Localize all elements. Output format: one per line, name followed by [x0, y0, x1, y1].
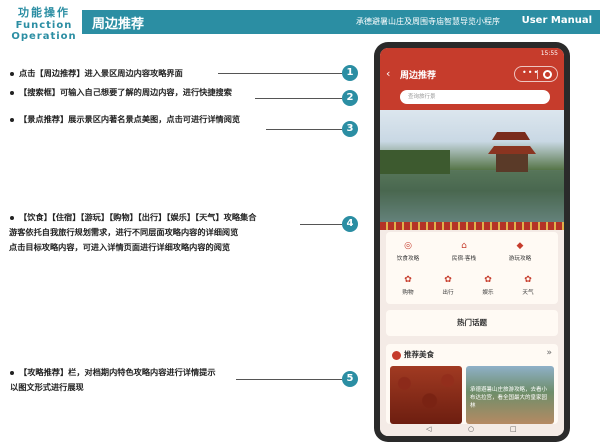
- phone-screen: 15:55 ‹ 周边推荐 ••• 查询旅行景 ◎ 饮食攻略 ⌂ 民宿·客栈 ◆ …: [380, 48, 564, 436]
- tree-line: [380, 150, 450, 174]
- close-circle-icon[interactable]: [543, 70, 552, 79]
- lake-reflection: [380, 170, 564, 222]
- function-operation-cn: 功能操作: [18, 6, 70, 19]
- search-area: 查询旅行景: [380, 88, 564, 110]
- food-article-caption: 承德避暑山庄旅游攻略，去看小布达拉宫，看全国最大的皇家园林: [470, 387, 548, 409]
- annotation-5-line-1: 【攻略推荐】栏，对档期内特色攻略内容进行详情提示: [19, 367, 216, 377]
- more-arrow-icon[interactable]: »: [546, 348, 552, 358]
- food-section-icon: [392, 350, 401, 360]
- leader-line-5: [236, 379, 342, 380]
- category-lodging-label: 民宿·客栈: [451, 256, 477, 262]
- annotation-1: 点击【周边推荐】进入景区周边内容攻略界面: [10, 67, 183, 79]
- shopping-icon: ✿: [404, 275, 412, 285]
- house-icon: ⌂: [461, 241, 467, 251]
- category-food-label: 饮食攻略: [396, 256, 420, 262]
- function-label: Function: [15, 20, 73, 31]
- mini-program-navbar: ‹ 周边推荐 •••: [380, 60, 564, 88]
- android-nav-bar: ◁ ○ □: [380, 424, 564, 436]
- user-manual-label: User Manual: [521, 15, 592, 26]
- annotation-4: 【饮食】【住宿】【游玩】【购物】【出行】【娱乐】【天气】攻略集合 游客依托自我旅…: [9, 211, 257, 253]
- recommended-food-section: 推荐美食 » 承德避暑山庄旅游攻略，去看小布达拉宫，看全国最大的皇家园林: [386, 344, 558, 424]
- category-weather[interactable]: ✿ 天气: [512, 274, 544, 296]
- annotation-1-text: 点击【周边推荐】进入景区周边内容攻略界面: [19, 68, 183, 78]
- annotation-2-text: 【搜索框】可输入自己想要了解的周边内容，进行快捷搜索: [19, 87, 232, 97]
- operation-label: Operation: [11, 31, 77, 42]
- leader-line-2: [255, 98, 342, 99]
- callout-number-3: 3: [342, 121, 358, 137]
- weather-icon: ✿: [524, 275, 532, 285]
- category-weather-label: 天气: [522, 290, 534, 296]
- category-food[interactable]: ◎ 饮食攻略: [392, 240, 424, 262]
- recents-key-icon[interactable]: □: [510, 425, 517, 433]
- annotation-5-line-2: 以图文形式进行展现: [10, 382, 84, 392]
- category-entertainment[interactable]: ✿ 娱乐: [472, 274, 504, 296]
- pavilion-body: [496, 154, 528, 172]
- status-bar: 15:55: [380, 48, 564, 60]
- play-icon: ◆: [516, 241, 524, 251]
- nav-title: 周边推荐: [400, 71, 437, 81]
- annotation-2: 【搜索框】可输入自己想要了解的周边内容，进行快捷搜索: [10, 86, 232, 98]
- back-arrow-icon[interactable]: ‹: [386, 67, 390, 80]
- bullet-dot: [10, 90, 14, 95]
- annotation-3: 【景点推荐】展示景区内著名景点美图，点击可进行详情阅览: [10, 113, 240, 125]
- hot-topics-section[interactable]: 热门话题: [386, 310, 558, 336]
- annotation-3-text: 【景点推荐】展示景区内著名景点美图，点击可进行详情阅览: [19, 114, 241, 124]
- manual-page: 功能操作 Function Operation 周边推荐 承德避暑山庄及周围寺庙…: [0, 0, 600, 446]
- pavilion-scenery: [380, 132, 564, 222]
- chestnut-food-image[interactable]: [390, 366, 462, 424]
- category-travel-label: 出行: [442, 290, 454, 296]
- category-grid: ◎ 饮食攻略 ⌂ 民宿·客栈 ◆ 游玩攻略 ✿ 购物 ✿ 出行 ✿ 娱乐 ✿ 天…: [386, 232, 558, 304]
- function-operation-label: 功能操作 Function Operation: [6, 4, 82, 42]
- category-shopping[interactable]: ✿ 购物: [392, 274, 424, 296]
- callout-number-4: 4: [342, 216, 358, 232]
- status-time: 15:55: [540, 50, 558, 57]
- annotation-4-line-3: 点击目标攻略内容，可进入详情页面进行详细攻略内容的阅览: [9, 242, 231, 252]
- header-bar: 周边推荐 承德避暑山庄及周围寺庙智慧导览小程序 User Manual: [82, 10, 600, 34]
- hot-topics-title: 热门话题: [457, 318, 487, 327]
- food-section-header: 推荐美食: [392, 349, 434, 360]
- category-travel[interactable]: ✿ 出行: [432, 274, 464, 296]
- category-lodging[interactable]: ⌂ 民宿·客栈: [448, 240, 480, 262]
- annotation-5: 【攻略推荐】栏，对档期内特色攻略内容进行详情提示 以图文形式进行展现: [10, 366, 216, 393]
- food-section-title: 推荐美食: [404, 350, 434, 359]
- leader-line-3: [266, 129, 342, 130]
- capsule-menu: •••: [514, 66, 558, 82]
- annotation-4-line-2: 游客依托自我旅行规划需求，进行不同层面攻略内容的详细阅览: [9, 227, 239, 237]
- page-title: 周边推荐: [92, 17, 145, 32]
- phone-frame: 15:55 ‹ 周边推荐 ••• 查询旅行景 ◎ 饮食攻略 ⌂ 民宿·客栈 ◆ …: [374, 42, 570, 442]
- food-icon: ◎: [404, 241, 412, 251]
- capsule-divider: [537, 70, 538, 79]
- callout-number-1: 1: [342, 65, 358, 81]
- search-input[interactable]: 查询旅行景: [400, 90, 550, 104]
- pavilion-roof-lower: [488, 146, 536, 154]
- bullet-dot: [10, 215, 14, 220]
- home-key-icon[interactable]: ○: [468, 425, 474, 433]
- travel-icon: ✿: [444, 275, 452, 285]
- category-shopping-label: 购物: [402, 290, 414, 296]
- callout-number-5: 5: [342, 371, 358, 387]
- back-key-icon[interactable]: ◁: [426, 425, 431, 433]
- pavilion-roof-upper: [492, 132, 530, 140]
- bullet-dot: [10, 117, 14, 122]
- callout-number-2: 2: [342, 90, 358, 106]
- category-play[interactable]: ◆ 游玩攻略: [504, 240, 536, 262]
- entertainment-icon: ✿: [484, 275, 492, 285]
- decorative-trim: [380, 222, 564, 230]
- leader-line-1: [218, 73, 342, 74]
- leader-line-4: [300, 224, 342, 225]
- category-entertainment-label: 娱乐: [482, 290, 494, 296]
- annotation-4-line-1: 【饮食】【住宿】【游玩】【购物】【出行】【娱乐】【天气】攻略集合: [19, 212, 257, 222]
- bullet-dot: [10, 370, 14, 375]
- category-play-label: 游玩攻略: [508, 256, 532, 262]
- scenic-banner-image[interactable]: [380, 110, 564, 222]
- header-subtitle: 承德避暑山庄及周围寺庙智慧导览小程序: [356, 17, 500, 26]
- bullet-dot: [10, 71, 14, 76]
